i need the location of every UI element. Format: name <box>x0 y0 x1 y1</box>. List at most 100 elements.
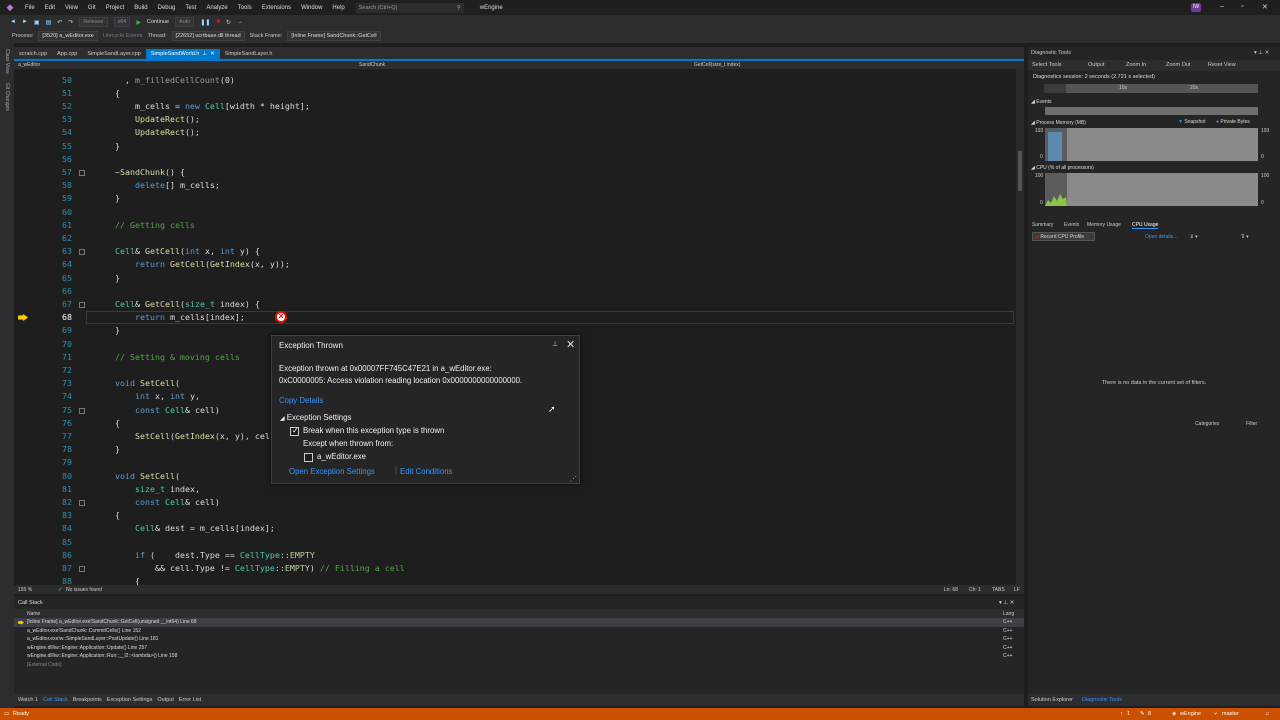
column-lang[interactable]: Lang <box>1003 611 1014 617</box>
eol-indicator[interactable]: LF <box>1014 587 1020 593</box>
record-cpu-profile-button[interactable]: ● Record CPU Profile <box>1032 232 1095 241</box>
save-icon[interactable]: ▤ <box>46 19 52 26</box>
memory-graph[interactable] <box>1045 128 1258 161</box>
break-when-thrown-checkbox[interactable] <box>290 426 299 436</box>
tab-diagnostic-tools[interactable]: Diagnostic Tools <box>1082 697 1122 703</box>
pause-icon[interactable]: ❚❚ <box>200 19 210 26</box>
open-details-link[interactable]: Open details... <box>1145 234 1177 240</box>
tab-simplesandworld-h[interactable]: SimpleSandWorld.h ⊥ ✕ <box>145 49 220 59</box>
menu-view[interactable]: View <box>60 5 83 11</box>
tab-simplesandlayer-h[interactable]: SimpleSandLayer.h <box>220 49 278 59</box>
avatar[interactable]: IW <box>1191 3 1201 12</box>
memory-section-header[interactable]: ◢ Process Memory (MB) <box>1031 120 1086 126</box>
auto-dropdown[interactable]: Auto <box>175 17 195 27</box>
cpu-graph[interactable] <box>1045 173 1258 206</box>
new-file-icon[interactable]: ▣ <box>34 19 40 26</box>
editor-scrollbar[interactable] <box>1016 69 1024 585</box>
back-icon[interactable]: ◄ <box>10 19 16 25</box>
menu-file[interactable]: File <box>20 5 40 11</box>
forward-icon[interactable]: ► <box>22 19 28 25</box>
tab-app-cpp[interactable]: App.cpp <box>52 49 82 59</box>
code-editor[interactable]: 50 , m_filledCellCount(0) 51 { 52 m_cells… <box>14 69 1016 585</box>
fold-toggle-icon[interactable] <box>79 170 85 176</box>
branch-name[interactable]: master <box>1222 711 1239 717</box>
menu-build[interactable]: Build <box>129 5 152 11</box>
table-row[interactable]: wEngine.dll!iw::Engine::Application::Upd… <box>14 644 1024 653</box>
menu-project[interactable]: Project <box>101 5 130 11</box>
member-dropdown[interactable]: GetCell(size_t index) <box>694 62 740 68</box>
exception-error-icon[interactable]: × <box>275 311 287 323</box>
tab-breakpoints[interactable]: Breakpoints <box>73 697 102 703</box>
reset-view-button[interactable]: Reset View <box>1208 62 1236 68</box>
platform-dropdown[interactable]: x64 <box>113 17 131 27</box>
stackframe-dropdown[interactable]: [Inline Frame] SandChunk::GetCell <box>287 31 381 41</box>
tab-cpu-usage[interactable]: CPU Usage <box>1132 222 1159 229</box>
table-row[interactable]: [Inline Frame] a_wEditor.exe!SandChunk::… <box>14 618 1024 627</box>
tab-summary[interactable]: Summary <box>1032 222 1053 228</box>
process-dropdown[interactable]: [3520] a_wEditor.exe <box>38 31 98 41</box>
open-exception-settings-link[interactable]: Open Exception Settings <box>289 467 375 476</box>
menu-edit[interactable]: Edit <box>40 5 60 11</box>
tab-solution-explorer[interactable]: Solution Explorer <box>1031 697 1073 703</box>
git-changes-tab[interactable]: Git Changes <box>4 83 10 111</box>
panel-options-icon[interactable]: ▾ ⊥ ✕ <box>1254 50 1269 56</box>
maximize-icon[interactable]: ▫ <box>1241 3 1243 10</box>
continue-button[interactable]: Continue <box>147 19 169 25</box>
scrollbar-thumb[interactable] <box>1018 151 1022 191</box>
table-row[interactable]: a_wEditor.exe!w::SimpleSandLayer::PostUp… <box>14 635 1024 644</box>
close-tab-icon[interactable]: ✕ <box>210 51 215 57</box>
timeline-ruler[interactable]: 10s 20s <box>1044 84 1258 93</box>
menu-analyze[interactable]: Analyze <box>201 5 232 11</box>
redo-icon[interactable]: ↷ <box>68 19 73 26</box>
project-dropdown[interactable]: a_wEditor <box>18 62 40 68</box>
notifications-icon[interactable]: ♫ <box>1265 711 1269 717</box>
select-tools-button[interactable]: Select Tools <box>1032 62 1062 68</box>
filter-dropdown[interactable]: ⊽ Filter ▾ <box>1241 234 1257 427</box>
table-row[interactable]: [External Code] <box>14 661 1024 670</box>
tab-memory-usage[interactable]: Memory Usage <box>1087 222 1121 228</box>
config-dropdown[interactable]: Release <box>79 17 108 27</box>
pin-icon[interactable]: ⊥ <box>202 51 207 57</box>
resize-grip-icon[interactable]: ⋰ <box>570 475 577 483</box>
restart-icon[interactable]: ↻ <box>226 19 231 26</box>
events-section-header[interactable]: ◢ Events <box>1031 99 1052 105</box>
tab-scratch-cpp[interactable]: scratch.cpp <box>14 49 52 59</box>
edit-conditions-link[interactable]: Edit Conditions <box>400 467 452 476</box>
timeline-selection[interactable] <box>1066 84 1258 93</box>
events-track[interactable] <box>1045 107 1258 115</box>
fold-toggle-icon[interactable] <box>79 566 85 572</box>
tab-exception-settings[interactable]: Exception Settings <box>107 697 153 703</box>
menu-help[interactable]: Help <box>327 5 349 11</box>
close-popup-icon[interactable]: ✕ <box>566 338 575 351</box>
menu-extensions[interactable]: Extensions <box>257 5 296 11</box>
tab-events[interactable]: Events <box>1064 222 1079 228</box>
continue-icon[interactable]: ▶ <box>136 19 141 26</box>
menu-git[interactable]: Git <box>83 5 101 11</box>
cpu-section-header[interactable]: ◢ CPU (% of all processors) <box>1031 165 1094 171</box>
issues-status[interactable]: No issues found <box>66 587 102 593</box>
fold-toggle-icon[interactable] <box>79 302 85 308</box>
fold-toggle-icon[interactable] <box>79 407 85 414</box>
repo-name[interactable]: wEngine <box>1180 711 1201 717</box>
scope-dropdown[interactable]: SandChunk <box>359 62 385 68</box>
tab-error-list[interactable]: Error List <box>179 697 201 703</box>
zoom-out-button[interactable]: Zoom Out <box>1166 62 1190 68</box>
tab-output[interactable]: Output <box>157 697 174 703</box>
menu-test[interactable]: Test <box>180 5 201 11</box>
menu-tools[interactable]: Tools <box>233 5 257 11</box>
pin-icon[interactable]: ⊥ <box>552 340 558 348</box>
column-name[interactable]: Name <box>27 611 40 617</box>
search-input[interactable]: Search (Ctrl+Q) ⚲ <box>355 2 464 13</box>
tabs-indicator[interactable]: TABS <box>992 587 1005 593</box>
push-icon[interactable]: ↑ <box>1120 711 1123 717</box>
zoom-in-button[interactable]: Zoom In <box>1126 62 1146 68</box>
tab-call-stack[interactable]: Call Stack <box>43 697 68 703</box>
module-checkbox[interactable] <box>304 453 313 462</box>
lifecycle-events-dropdown[interactable]: Lifecycle Events <box>103 33 143 39</box>
thread-dropdown[interactable]: [22652] ucrtbase.dll thread <box>171 31 245 41</box>
table-row[interactable]: wEngine.dll!iw::Engine::Application::Run… <box>14 652 1024 661</box>
minimize-icon[interactable]: – <box>1220 3 1224 10</box>
panel-options-icon[interactable]: ▾ ⊥ ✕ <box>999 600 1014 606</box>
close-icon[interactable]: ✕ <box>1262 3 1268 11</box>
exception-settings-header[interactable]: ◢ Exception Settings <box>280 413 351 422</box>
